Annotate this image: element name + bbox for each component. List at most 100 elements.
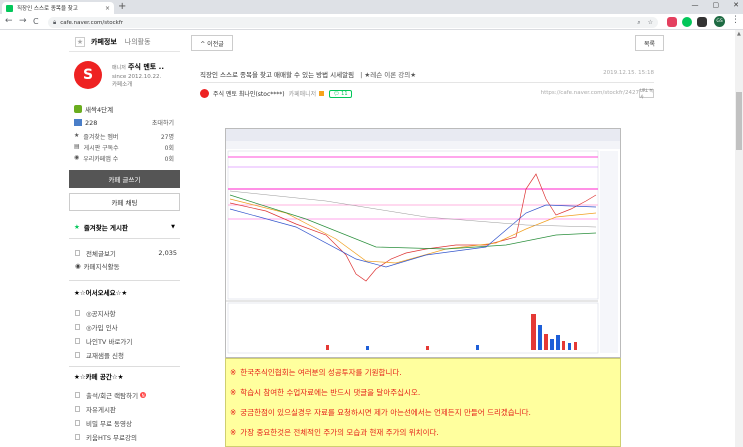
stock-chart-image <box>225 128 621 358</box>
board-link[interactable]: ◎가입 인사 <box>75 322 177 332</box>
browser-titlebar: 직장인 스스로 종목을 찾고 × + — ▢ ✕ <box>0 0 743 14</box>
cafe-sidebar: ★ 카페정보 나의활동 S 매니저 주식 멘토 .. since 2012.10… <box>69 32 180 447</box>
tab-title: 직장인 스스로 종목을 찾고 <box>17 6 78 12</box>
member-count-row: 228 초대하기 <box>74 118 174 127</box>
invite-link[interactable]: 초대하기 <box>152 118 174 127</box>
extension-dark-icon[interactable] <box>697 17 707 27</box>
list-icon <box>75 250 80 256</box>
naver-favicon-icon <box>6 4 13 12</box>
board-doc-icon <box>75 406 80 412</box>
section-welcome: ★☆어서오세요☆★ <box>69 280 180 299</box>
board-link[interactable]: 자유게시판 <box>75 404 177 414</box>
forward-icon[interactable]: → <box>19 16 27 26</box>
post-category[interactable]: | ★레슨 이론 강의★ <box>360 71 416 79</box>
board-link[interactable]: 교재샘플 신청 <box>75 350 177 360</box>
scrollbar-thumb[interactable] <box>736 92 742 150</box>
section-cafe-space: ★☆카페 공간☆★ <box>69 366 180 383</box>
board-label: 나인TV 바로가기 <box>86 338 133 346</box>
back-icon[interactable]: ← <box>5 16 13 26</box>
stat-row: ★ 즐겨찾는 멤버 27명 <box>74 132 174 141</box>
board-link[interactable]: ◎공지사항 <box>75 308 177 318</box>
board-doc-icon <box>75 338 80 344</box>
cafe-intro-link[interactable]: 카페소개 <box>112 80 164 88</box>
stat-value: 27명 <box>160 134 174 141</box>
lock-icon: 🔒︎ <box>53 18 57 26</box>
board-link[interactable]: 나인TV 바로가기 <box>75 336 177 346</box>
tab-close-icon[interactable]: × <box>105 5 110 12</box>
sprout-icon <box>74 105 82 113</box>
notice-text: 가장 중요한것은 전체적인 주가의 모습과 현재 주가의 위치이다. <box>240 428 439 437</box>
cafe-rank: 새싹4단계 <box>74 104 113 114</box>
fav-boards-header[interactable]: ★ 즐겨찾는 게시판 ▼ <box>69 220 180 234</box>
tab-my-activity[interactable]: 나의활동 <box>125 37 151 47</box>
author-avatar[interactable] <box>200 89 209 98</box>
tab-cafe-info[interactable]: 카페정보 <box>91 37 117 47</box>
address-bar[interactable]: 🔒︎ cafe.naver.com/stockfr ⌕ ☆ <box>48 17 658 28</box>
board-label: 자유게시판 <box>86 406 116 414</box>
sidebar-tabs: ★ 카페정보 나의활동 <box>69 32 180 52</box>
cafe-write-button[interactable]: 카페 글쓰기 <box>69 170 180 188</box>
notice-line: ※ 궁금한점이 있으실경우 자료를 요청하시면 제가 아는선에서는 언제든지 만들… <box>230 407 531 418</box>
maximize-icon[interactable]: ▢ <box>713 1 720 9</box>
cafe-info: 매니저 주식 멘토 .. since 2012.10.22. 카페소개 <box>112 62 164 88</box>
bookmark-star-icon[interactable]: ☆ <box>648 19 653 27</box>
comment-count-badge[interactable]: 💬︎ 11 <box>329 89 352 98</box>
profile-avatar[interactable]: GS <box>714 16 725 27</box>
extension-naver-icon[interactable] <box>682 17 692 27</box>
dropdown-icon[interactable]: ▼ <box>171 224 175 230</box>
stat-label: 게시판 구독수 <box>83 145 119 152</box>
author-name[interactable]: 주식 멘토 최나인(stoc****) <box>213 89 285 98</box>
notice-box: ※ 한국주식인협회는 여러분의 성공투자를 기원합니다. ※ 학습시 참여한 수업자… <box>225 358 621 447</box>
notice-mark: ※ <box>230 408 237 417</box>
board-doc-icon <box>75 352 80 358</box>
list-button[interactable]: 목록 <box>635 35 664 51</box>
notice-text: 한국주식인협회는 여러분의 성공투자를 기원합니다. <box>240 368 402 377</box>
stock-chart-drawing <box>226 129 620 357</box>
url-text: cafe.naver.com/stockfr <box>60 19 124 26</box>
post-url[interactable]: https://cafe.naver.com/stockfr/2427 <box>541 90 639 96</box>
notice-line: ※ 가장 중요한것은 전체적인 주가의 모습과 현재 주가의 위치이다. <box>230 427 439 438</box>
board-doc-icon <box>75 324 80 330</box>
cafe-name[interactable]: 주식 멘토 .. <box>128 63 164 71</box>
app-icon: ◉ <box>74 154 80 161</box>
manager-label: 매니저 <box>112 65 126 71</box>
board-doc-icon <box>75 392 80 398</box>
extension-instagram-icon[interactable] <box>667 17 677 27</box>
member-count[interactable]: 228 <box>85 119 97 127</box>
page-scrollbar[interactable]: ▲ <box>735 30 743 447</box>
stat-row: ▤ 게시판 구독수 0회 <box>74 143 174 152</box>
board-link[interactable]: 출석/회근 랙탐하기 N <box>75 390 177 400</box>
board-label: ◎공지사항 <box>86 310 116 318</box>
favorite-star-icon[interactable]: ★ <box>75 36 85 47</box>
green-star-icon: ★ <box>74 223 80 231</box>
stat-label: 즐겨찾는 멤버 <box>83 134 119 141</box>
board-label: 교재샘플 신청 <box>86 352 124 360</box>
knowledge-link[interactable]: ◉ 카페지식활동 <box>75 261 177 271</box>
post-date: 2019.12.15. 15:18 <box>603 70 654 76</box>
stat-row: ◉ 우리카페앱 수 0회 <box>74 154 174 163</box>
new-badge-icon: N <box>140 392 147 398</box>
cafe-chat-button[interactable]: 카페 채팅 <box>69 193 180 211</box>
star-icon: ★ <box>74 132 80 139</box>
board-label: ◎가입 인사 <box>86 324 118 332</box>
board-label: 키움HTS 무료강의 <box>86 434 137 442</box>
browser-menu-icon[interactable]: ⋮ <box>731 15 740 25</box>
all-posts-link[interactable]: 전체글보기 2,035 <box>75 248 177 258</box>
board-doc-icon <box>75 420 80 426</box>
reload-icon[interactable]: C <box>33 17 39 26</box>
new-tab-button[interactable]: + <box>118 1 126 12</box>
copy-url-button[interactable]: URL 복사 <box>639 88 654 99</box>
close-window-icon[interactable]: ✕ <box>733 1 739 9</box>
prev-post-button[interactable]: ^ 이전글 <box>191 35 233 51</box>
knowledge-label: 카페지식활동 <box>83 263 120 271</box>
board-link[interactable]: 비밀 무료 동영상 <box>75 418 177 428</box>
cafe-logo-icon[interactable]: S <box>74 61 102 89</box>
all-posts-count: 2,035 <box>158 249 177 257</box>
browser-tab[interactable]: 직장인 스스로 종목을 찾고 × <box>2 2 114 14</box>
all-posts-label: 전체글보기 <box>86 250 116 258</box>
zoom-icon[interactable]: ⌕ <box>637 19 640 27</box>
board-link[interactable]: 키움HTS 무료강의 <box>75 432 177 442</box>
notice-mark: ※ <box>230 428 237 437</box>
scroll-up-icon[interactable]: ▲ <box>737 31 741 37</box>
minimize-icon[interactable]: — <box>692 1 699 9</box>
